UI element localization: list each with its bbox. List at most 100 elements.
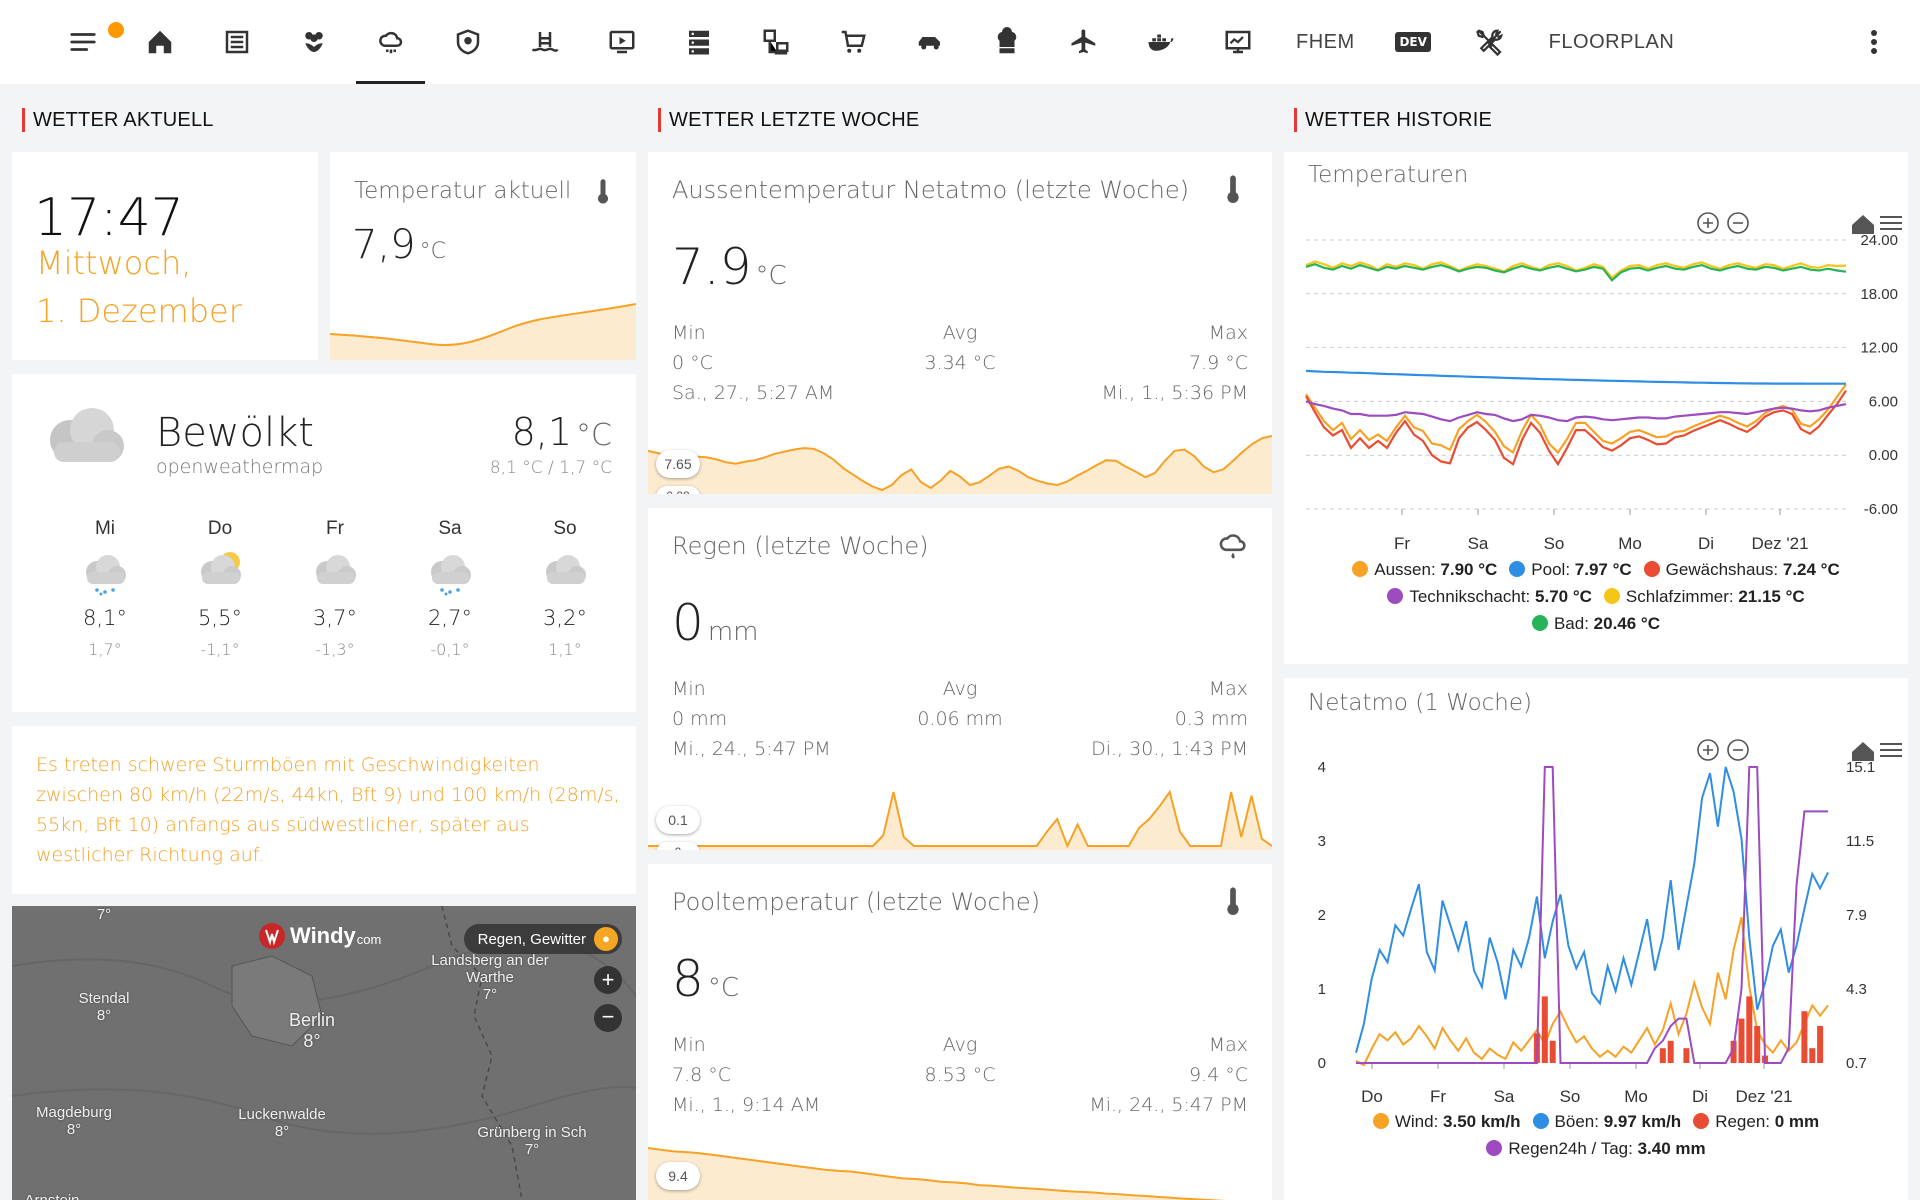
- legend-series-value: 21.15 °C: [1738, 587, 1805, 606]
- tab-car[interactable]: [891, 0, 968, 84]
- cart-icon: [841, 30, 866, 53]
- weather-icon: [378, 31, 402, 54]
- legend-row: Technikschacht: 5.70 °C Schlafzimmer: 21.…: [1284, 587, 1908, 607]
- legend-item[interactable]: Technikschacht: 5.70 °C: [1387, 587, 1592, 606]
- forecast-low: -0,1°: [430, 640, 470, 659]
- tab-server[interactable]: [660, 0, 737, 84]
- legend-series-name: Wind:: [1394, 1112, 1444, 1131]
- map-layer-button[interactable]: Regen, Gewitter ●: [463, 924, 622, 954]
- week-card[interactable]: Regen (letzte Woche) 0 mm Min 0 mm Mi., 24., …: [648, 508, 1272, 850]
- stat-label: Avg: [942, 1034, 978, 1056]
- legend-item[interactable]: Gewächshaus: 7.24 °C: [1643, 560, 1840, 579]
- legend-item[interactable]: Wind: 3.50 km/h: [1372, 1112, 1521, 1131]
- temperature-history-card[interactable]: Temperaturen 24.00 18.00 12.00 6.00 0.00 -6.0…: [1284, 152, 1908, 664]
- clock-time: 17:47: [34, 188, 184, 248]
- week-card-icon: [1216, 530, 1250, 564]
- legend-series-name: Regen:: [1715, 1112, 1775, 1131]
- tab-home[interactable]: [121, 0, 198, 84]
- map-zoom-out-button[interactable]: −: [594, 1004, 622, 1032]
- sparkline-min-label: 0.08: [656, 486, 700, 494]
- tab-news[interactable]: [198, 0, 275, 84]
- stat-time: Mi., 24., 5:47 PM: [1089, 1094, 1248, 1116]
- forecast-icon-wrap: [405, 540, 495, 600]
- tab-pool[interactable]: [506, 0, 583, 84]
- tab-docker[interactable]: [1122, 0, 1199, 84]
- x-tick-label: Dez '21: [1735, 1087, 1792, 1106]
- y-right-tick-label: 7.9: [1846, 907, 1867, 924]
- tab-fhem[interactable]: FHEM: [1276, 0, 1375, 84]
- legend-dot: [1532, 1113, 1549, 1129]
- tab-menu[interactable]: [44, 0, 124, 84]
- tab-network[interactable]: [737, 0, 814, 84]
- tab-dev[interactable]: DEV: [1375, 0, 1452, 84]
- legend-dot: [1643, 561, 1660, 577]
- netatmo-history-card[interactable]: Netatmo (1 Woche) 4 3 2 1 0 15.1 11.5 7.9 4.3 0.7…: [1284, 678, 1908, 1200]
- stat-time: Di., 30., 1:43 PM: [1091, 738, 1248, 760]
- netatmo-chart-menu-icon[interactable]: [1880, 743, 1902, 757]
- series-line-bad: [1305, 263, 1847, 282]
- tab-media[interactable]: [583, 0, 660, 84]
- forecast-card[interactable]: Bewölkt openweathermap 8,1 °C 8,1 °C / 1,…: [12, 374, 636, 712]
- docker-icon: [1148, 34, 1173, 51]
- tab-shield[interactable]: [429, 0, 506, 84]
- legend-item[interactable]: Bad: 20.46 °C: [1531, 614, 1661, 633]
- week-card-stat: Min 7.8 °C Mi., 1., 9:14 AM: [672, 1030, 820, 1120]
- thermometer-icon: [1227, 175, 1239, 203]
- legend-item[interactable]: Aussen: 7.90 °C: [1352, 560, 1497, 579]
- y-tick-label: -6.00: [1864, 501, 1898, 518]
- rain-bar: [1746, 996, 1753, 1063]
- week-card-unit: °C: [755, 261, 787, 291]
- clock-card[interactable]: 17:47 Mittwoch, 1. Dezember: [12, 152, 318, 360]
- y-right-tick-label: 4.3: [1846, 981, 1867, 998]
- tab-airplane[interactable]: [1045, 0, 1122, 84]
- netatmo-reset-zoom-icon[interactable]: [1852, 742, 1874, 761]
- week-card[interactable]: Pooltemperatur (letzte Woche) 8 °C Min 7.8 °…: [648, 864, 1272, 1200]
- rain-bar: [1659, 1048, 1666, 1063]
- tab-monitor[interactable]: [1199, 0, 1276, 84]
- cloud-icon: [50, 408, 124, 462]
- tab-flower[interactable]: [275, 0, 352, 84]
- stat-value: 7.8 °C: [672, 1064, 732, 1086]
- forecast-low: -1,3°: [315, 640, 355, 659]
- legend-series-value: 20.46 °C: [1593, 614, 1661, 633]
- home-icon: [148, 30, 171, 54]
- legend-item[interactable]: Regen: 0 mm: [1693, 1112, 1819, 1131]
- week-card-stat: Max 7.9 °C Mi., 1., 5:36 PM: [1101, 318, 1248, 408]
- thermometer-icon: [598, 179, 608, 204]
- windy-map[interactable]: Windy com Regen, Gewitter ● + − Berlin 8° S…: [12, 906, 636, 1200]
- temperature-chart-menu-icon[interactable]: [1880, 216, 1902, 230]
- tab-floorplan[interactable]: FLOORPLAN: [1529, 0, 1695, 84]
- legend-series-name: Regen24h / Tag:: [1508, 1139, 1638, 1158]
- legend-item[interactable]: Pool: 7.97 °C: [1509, 560, 1632, 579]
- week-card-title: Pooltemperatur (letzte Woche): [672, 888, 1041, 916]
- dev-badge: DEV: [1395, 32, 1431, 52]
- more-menu-button[interactable]: [1854, 22, 1894, 62]
- map-city-name: Grünberg in Sch: [477, 1124, 587, 1141]
- tab-tools[interactable]: [1452, 0, 1529, 84]
- map-zoom-in-button[interactable]: +: [594, 966, 622, 994]
- weather-range: 8,1 °C / 1,7 °C: [489, 458, 612, 478]
- legend-item[interactable]: Regen24h / Tag: 3.40 mm: [1486, 1139, 1706, 1158]
- map-city-label: Grünberg in Sch 7°: [452, 1124, 612, 1158]
- stat-value: 7.9 °C: [1188, 352, 1248, 374]
- tab-cart[interactable]: [814, 0, 891, 84]
- menu-icon: [69, 33, 96, 51]
- temperature-reset-zoom-icon[interactable]: [1852, 215, 1874, 234]
- tab-floorplan-label: FLOORPLAN: [1548, 30, 1675, 53]
- legend-series-value: 3.40 mm: [1637, 1139, 1706, 1158]
- week-card-value: 7.9 °C: [672, 238, 787, 296]
- car-icon: [918, 37, 940, 50]
- tab-weather[interactable]: [352, 0, 429, 84]
- current-temp-card[interactable]: Temperatur aktuell 7,9 °C: [330, 152, 636, 360]
- legend-item[interactable]: Böen: 9.97 km/h: [1532, 1112, 1681, 1131]
- monitor-icon: [1225, 30, 1250, 54]
- tab-chef[interactable]: [968, 0, 1045, 84]
- x-tick-label: Di: [1692, 1087, 1708, 1106]
- week-card[interactable]: Aussentemperatur Netatmo (letzte Woche) 7…: [648, 152, 1272, 494]
- weather-temp: 8,1 °C: [512, 410, 612, 454]
- stat-label: Max: [1208, 322, 1248, 344]
- top-toolbar: FHEM DEV FLOORPLAN: [0, 0, 1920, 84]
- forecast-high: 8,1°: [83, 606, 127, 630]
- legend-item[interactable]: Schlafzimmer: 21.15 °C: [1603, 587, 1805, 606]
- stat-value: 9.4 °C: [1188, 1064, 1248, 1086]
